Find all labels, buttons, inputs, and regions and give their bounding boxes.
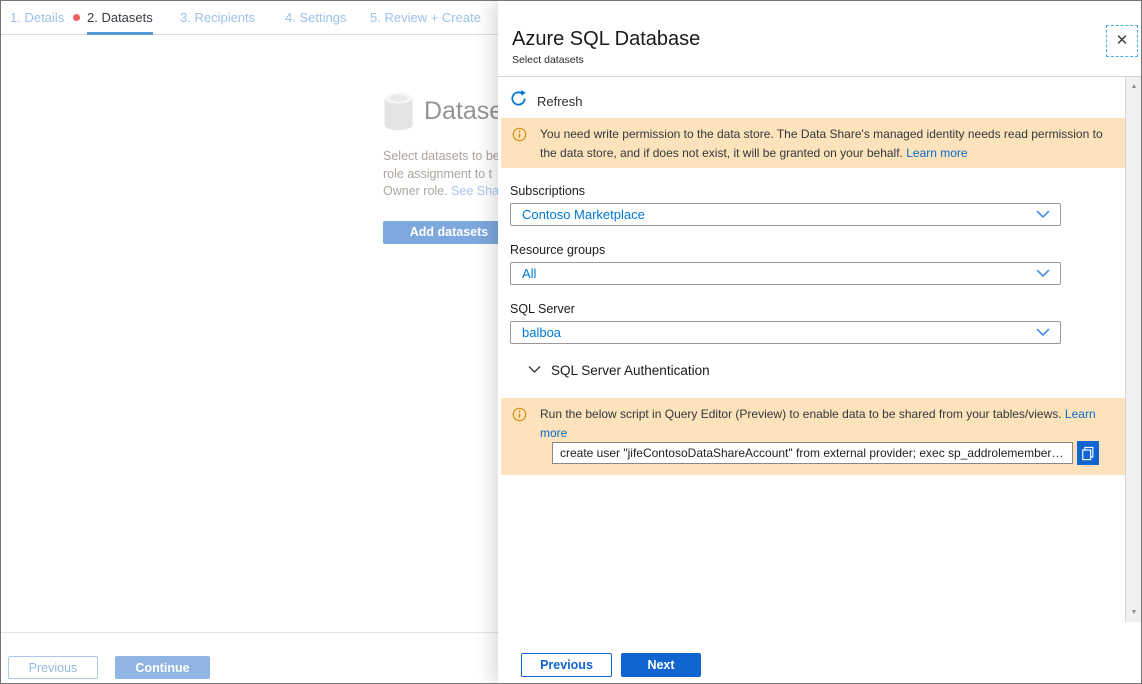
sql-server-authentication-expander[interactable]: SQL Server Authentication — [528, 361, 710, 379]
subscriptions-label: Subscriptions — [510, 184, 1061, 198]
scroll-down-icon[interactable]: ▼ — [1126, 609, 1142, 616]
tab-review-create[interactable]: 5. Review + Create — [370, 0, 481, 35]
refresh-label: Refresh — [537, 94, 583, 109]
add-datasets-button[interactable]: Add datasets — [383, 221, 498, 244]
subscriptions-field: Subscriptions Contoso Marketplace — [510, 184, 1061, 226]
permission-banner-body: You need write permission to the data st… — [540, 127, 1103, 160]
datasets-description: Select datasets to be role assignment to… — [383, 148, 498, 201]
validation-error-dot — [73, 14, 80, 21]
permission-learn-more-link[interactable]: Learn more — [906, 146, 967, 160]
tab-datasets[interactable]: 2. Datasets — [87, 0, 153, 35]
chevron-down-icon — [1036, 210, 1050, 219]
panel-title: Azure SQL Database — [512, 28, 700, 51]
refresh-icon — [510, 90, 527, 112]
panel-header-divider — [498, 76, 1142, 77]
sql-server-label: SQL Server — [510, 302, 1061, 316]
tab-recipients[interactable]: 3. Recipients — [180, 0, 255, 35]
info-icon — [512, 407, 527, 427]
wizard-previous-button[interactable]: Previous — [8, 656, 98, 679]
scroll-up-icon[interactable]: ▲ — [1126, 83, 1142, 90]
resource-groups-value: All — [522, 266, 536, 281]
tab-settings[interactable]: 4. Settings — [285, 0, 346, 35]
resource-groups-dropdown[interactable]: All — [510, 262, 1061, 285]
chevron-down-icon — [1036, 269, 1050, 278]
panel-previous-button[interactable]: Previous — [521, 653, 612, 677]
wizard-background-page: 1. Details 2. Datasets 3. Recipients 4. … — [0, 0, 498, 684]
description-line-2: role assignment to t — [383, 166, 498, 184]
see-share-link[interactable]: See Sha — [451, 184, 498, 198]
panel-next-button[interactable]: Next — [621, 653, 701, 677]
sql-server-field: SQL Server balboa — [510, 302, 1061, 344]
close-icon[interactable]: ✕ — [1106, 25, 1138, 57]
copy-icon[interactable] — [1077, 441, 1099, 465]
tab-details[interactable]: 1. Details — [10, 0, 80, 35]
wizard-footer-divider — [1, 632, 498, 633]
permission-info-banner: You need write permission to the data st… — [501, 118, 1125, 168]
subscriptions-value: Contoso Marketplace — [522, 207, 645, 222]
script-banner-body: Run the below script in Query Editor (Pr… — [540, 407, 1065, 421]
script-text-input[interactable] — [552, 442, 1073, 464]
description-line-3-text: Owner role. — [383, 184, 451, 198]
description-line-1: Select datasets to be — [383, 148, 498, 166]
sql-server-dropdown[interactable]: balboa — [510, 321, 1061, 344]
tab-datasets-label: 2. Datasets — [87, 10, 153, 25]
permission-banner-text: You need write permission to the data st… — [540, 125, 1112, 163]
info-icon — [512, 127, 527, 147]
tab-recipients-label: 3. Recipients — [180, 10, 255, 25]
tab-settings-label: 4. Settings — [285, 10, 346, 25]
resource-groups-field: Resource groups All — [510, 243, 1061, 285]
tab-review-create-label: 5. Review + Create — [370, 10, 481, 25]
tab-details-label: 1. Details — [10, 10, 64, 25]
script-info-banner: Run the below script in Query Editor (Pr… — [501, 398, 1125, 475]
chevron-down-icon — [1036, 328, 1050, 337]
wizard-tab-bar: 1. Details 2. Datasets 3. Recipients 4. … — [0, 0, 498, 35]
panel-subtitle: Select datasets — [512, 54, 584, 66]
refresh-button[interactable]: Refresh — [510, 88, 583, 114]
chevron-down-icon — [528, 361, 541, 379]
database-cylinder-icon — [383, 91, 414, 136]
resource-groups-label: Resource groups — [510, 243, 1061, 257]
sql-server-value: balboa — [522, 325, 561, 340]
wizard-continue-button[interactable]: Continue — [115, 656, 210, 679]
panel-scrollbar[interactable]: ▲ ▼ — [1125, 77, 1142, 622]
script-banner-text: Run the below script in Query Editor (Pr… — [540, 405, 1102, 443]
description-line-3: Owner role. See Sha — [383, 183, 498, 201]
sql-server-authentication-label: SQL Server Authentication — [551, 363, 710, 378]
azure-sql-database-panel: Azure SQL Database Select datasets ✕ Ref… — [498, 0, 1142, 684]
subscriptions-dropdown[interactable]: Contoso Marketplace — [510, 203, 1061, 226]
datasets-page-title: Datasets — [424, 97, 498, 126]
